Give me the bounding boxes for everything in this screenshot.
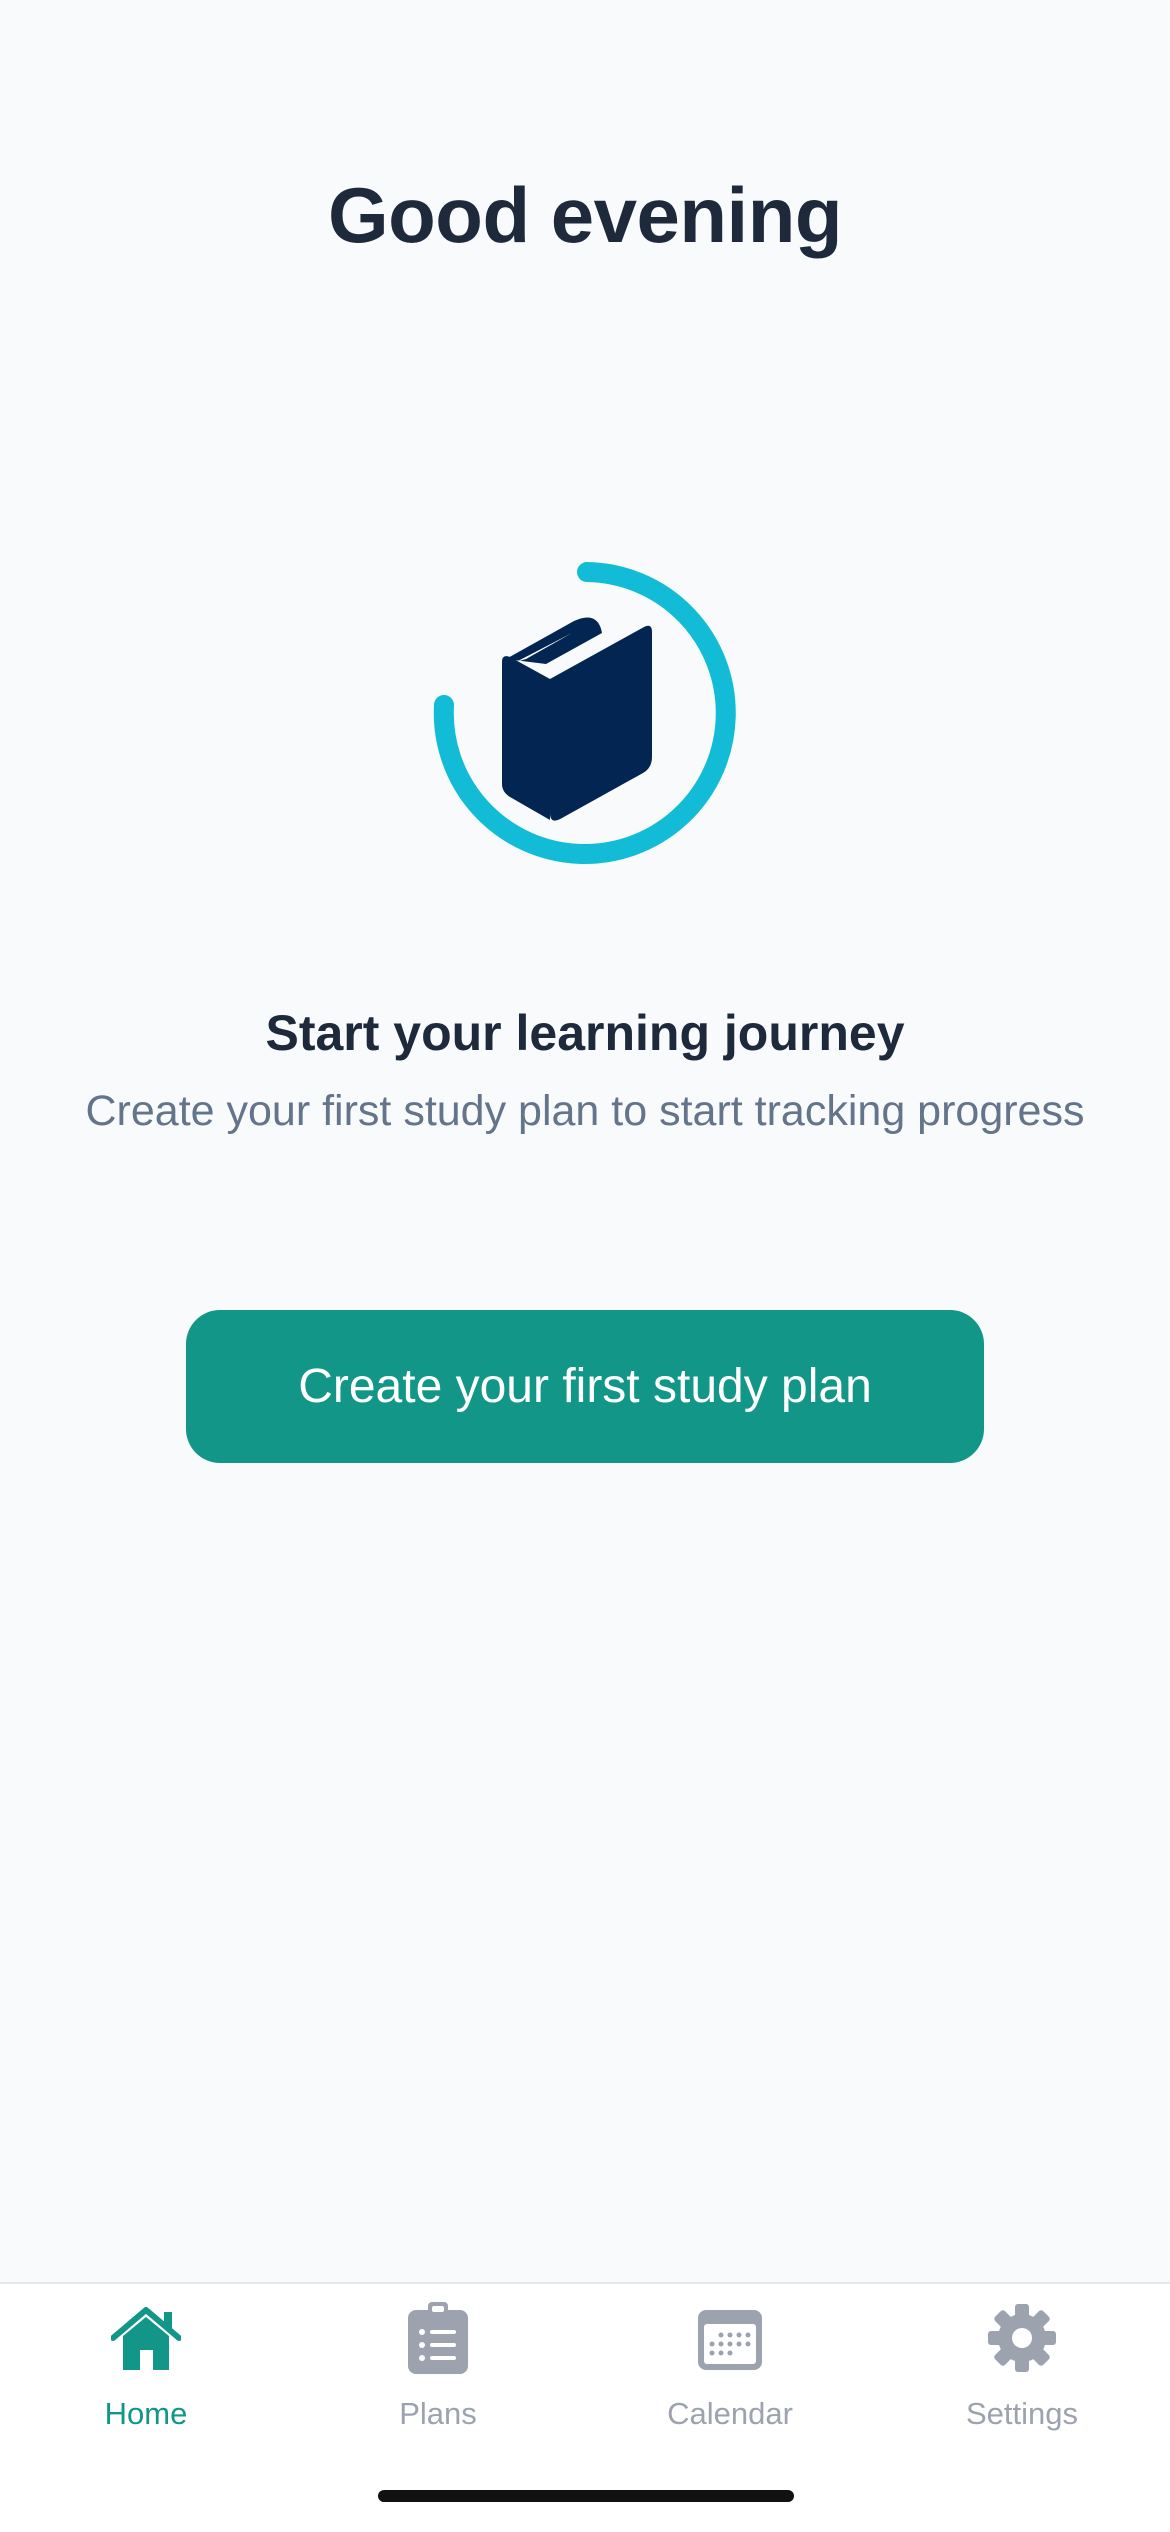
tab-home[interactable]: Home <box>0 2284 292 2444</box>
tab-settings[interactable]: Settings <box>876 2284 1168 2444</box>
tab-plans-label: Plans <box>399 2396 477 2431</box>
page-title: Good evening <box>327 171 843 259</box>
empty-state-subtitle: Create your first study plan to start tr… <box>85 1087 1085 1135</box>
tab-home-label: Home <box>104 2396 188 2431</box>
clipboard-list-icon <box>408 2302 468 2374</box>
tab-calendar[interactable]: Calendar <box>584 2284 876 2444</box>
home-screen: Good evening Start your learning journey… <box>0 0 1170 2532</box>
home-icon <box>111 2307 181 2370</box>
home-indicator[interactable] <box>378 2490 794 2502</box>
tab-settings-label: Settings <box>965 2396 1078 2431</box>
tab-plans[interactable]: Plans <box>292 2284 584 2444</box>
calendar-icon <box>698 2310 762 2370</box>
book-progress-icon <box>430 558 740 868</box>
tab-calendar-label: Calendar <box>667 2396 793 2431</box>
gear-icon <box>988 2304 1056 2372</box>
empty-state-title: Start your learning journey <box>265 1005 905 1061</box>
create-study-plan-button[interactable]: Create your first study plan <box>186 1310 984 1463</box>
